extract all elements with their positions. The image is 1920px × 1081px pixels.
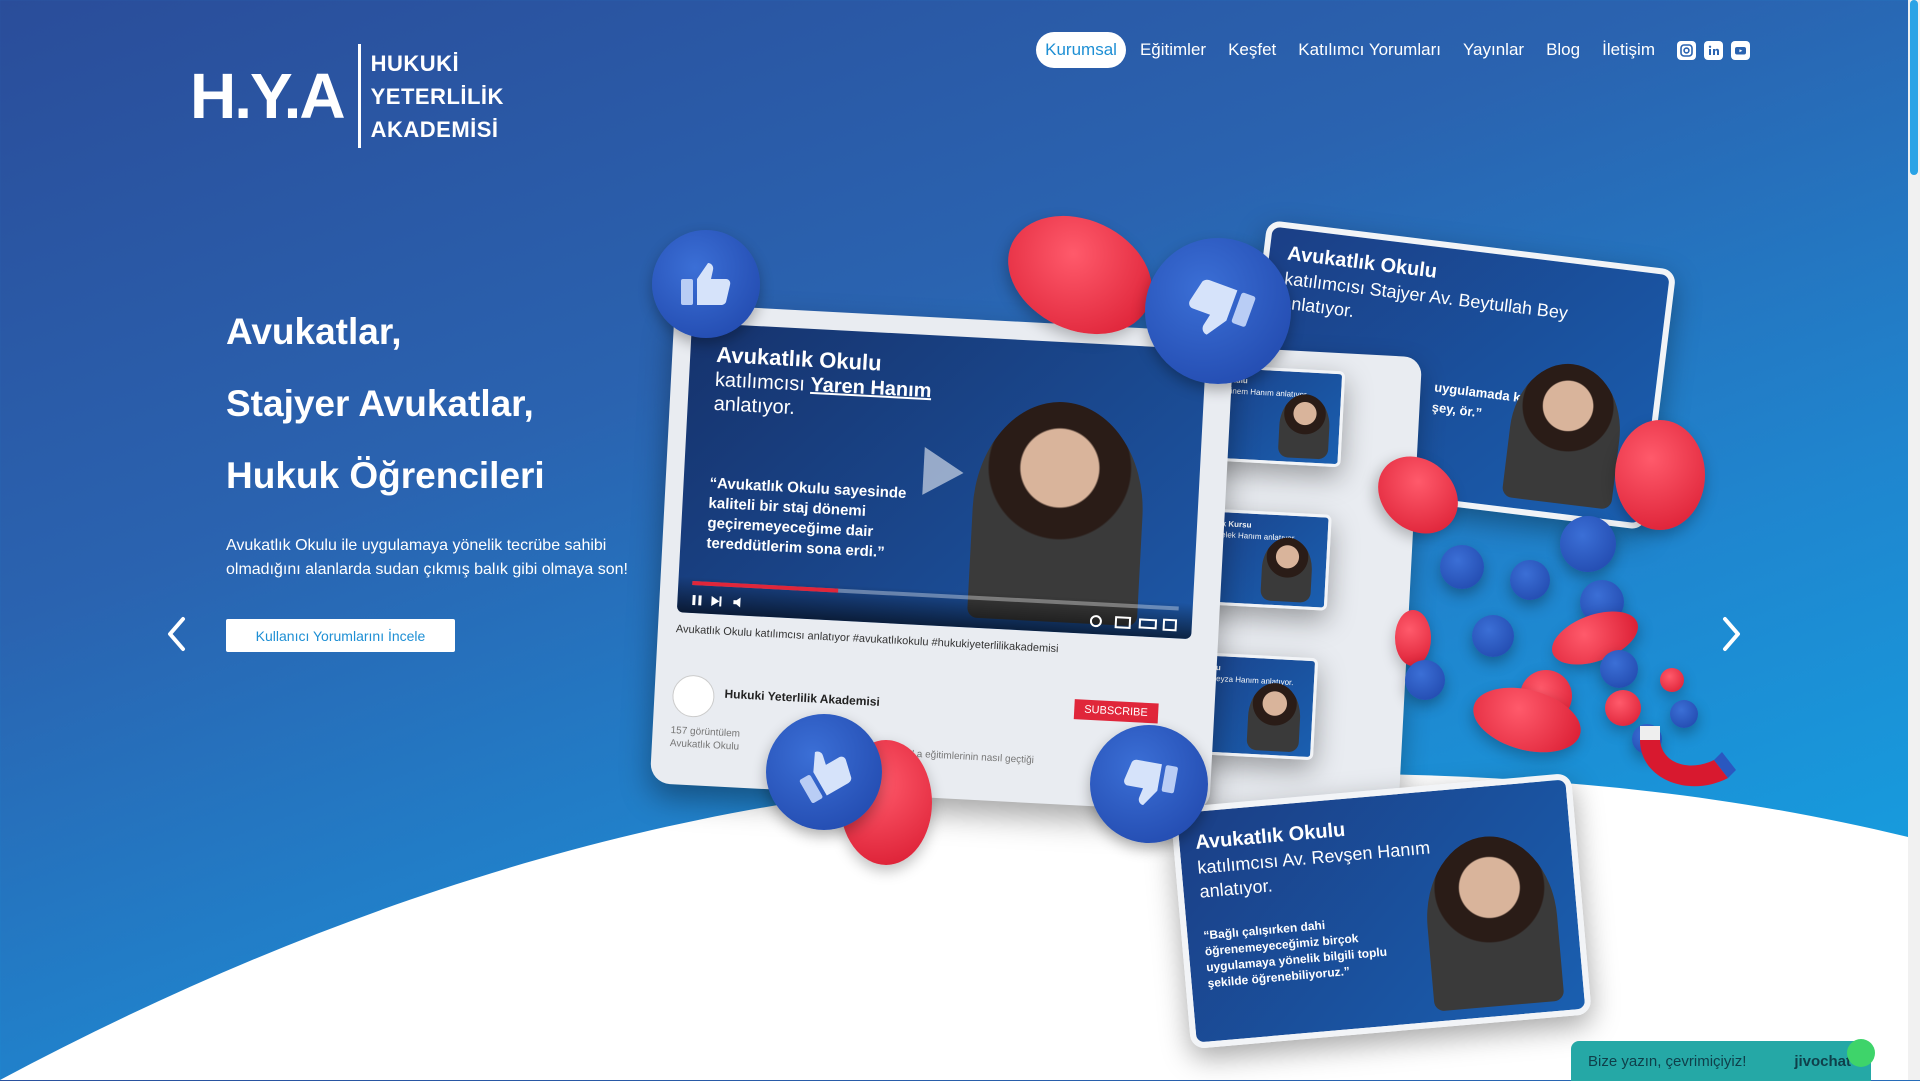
nav-item-blog[interactable]: Blog [1538,33,1588,67]
subscribe-button[interactable]: SUBSCRIBE [1073,699,1159,724]
testimonial-card-revsen: Avukatlık Okulu katılımcısı Av. Revşen H… [1170,772,1592,1050]
thumbs-up-icon [1472,615,1514,657]
main-nav: Kurumsal Eğitimler Keşfet Katılımcı Yoru… [1036,32,1750,68]
youtube-icon[interactable] [1731,40,1750,60]
thumbs-up-icon [1560,516,1616,572]
thumbs-up-icon [1510,560,1550,600]
thumbs-up-icon [652,230,760,338]
video-frame[interactable]: Avukatlık Okulu katılımcısı Yaren Hanım … [676,322,1207,640]
chevron-left-icon [168,617,185,651]
online-status-icon [1847,1039,1875,1067]
hero-line-3: Hukuk Öğrencileri [226,455,545,496]
nav-item-kesfet[interactable]: Keşfet [1220,33,1284,67]
hero-line-1: Avukatlar, [226,311,402,352]
video-quote: “Avukatlık Okulu sayesinde kaliteli bir … [706,474,907,561]
channel-avatar[interactable] [671,674,716,719]
logo-line-2: YETERLİLİK [370,83,504,109]
thumbs-up-icon [1145,238,1291,384]
channel-name[interactable]: Hukuki Yeterlilik Akademisi [724,687,880,709]
heart-reaction-icon [1395,610,1431,666]
video-subtitle-prefix: katılımcısı [714,368,806,396]
heart-reaction-icon [1660,668,1684,692]
slider-prev-arrow[interactable] [157,614,197,654]
playback-controls-icon[interactable] [691,593,752,610]
reviews-button[interactable]: Kullanıcı Yorumlarını İncele [226,619,455,652]
site-logo[interactable]: H.Y.A HUKUKİ YETERLİLİK AKADEMİSİ [190,44,504,148]
card-revsen-quote: “Bağlı çalışırken dahi öğrenemeyeceğimiz… [1202,917,1388,991]
video-progress-fill [692,580,839,593]
hero-headline: Avukatlar, Stajyer Avukatlar, Hukuk Öğre… [226,296,545,512]
linkedin-icon[interactable] [1704,40,1723,60]
logo-mark: H.Y.A [190,60,346,132]
thumbs-up-icon [766,714,882,830]
nav-item-katilimci-yorumlari[interactable]: Katılımcı Yorumları [1290,33,1449,67]
thumbs-up-icon [1440,545,1484,589]
scrollbar-thumb[interactable] [1910,0,1918,175]
heart-reaction-icon [1615,420,1705,530]
play-icon[interactable] [918,445,967,499]
live-chat-widget[interactable]: Bize yazın, çevrimiçiyiz! jivochat [1571,1039,1875,1081]
social-links [1677,40,1750,60]
testimonial-collage: Avukatlık Okulu katılımcısı Stajyer Av. … [640,193,1750,1050]
logo-line-1: HUKUKİ [370,50,460,76]
participant-photo [1501,357,1628,510]
chevron-right-icon [1723,617,1740,651]
thumbs-up-icon [1090,725,1208,843]
participant-photo [1420,830,1565,1012]
slider-next-arrow[interactable] [1711,614,1751,654]
magnet-icon [1640,726,1736,787]
hero-description: Avukatlık Okulu ile uygulamaya yönelik t… [226,537,628,578]
thumbs-up-icon [1405,660,1445,700]
chat-brand: jivochat [1794,1052,1851,1070]
nav-item-yayinlar[interactable]: Yayınlar [1455,33,1532,67]
thumbs-up-icon [1600,650,1638,688]
nav-item-iletisim[interactable]: İletişim [1594,33,1663,67]
hero-line-2: Stajyer Avukatlar, [226,383,534,424]
video-meta: Avukatlık Okulu [669,738,740,753]
player-settings-icons[interactable] [1089,614,1181,633]
logo-line-3: AKADEMİSİ [370,116,499,142]
chat-prompt: Bize yazın, çevrimiçiyiz! [1588,1052,1747,1070]
logo-divider [357,44,361,148]
nav-item-egitimler[interactable]: Eğitimler [1132,33,1214,67]
instagram-icon[interactable] [1677,40,1696,60]
nav-item-kurumsal[interactable]: Kurumsal [1036,32,1126,68]
logo-wordmark: HUKUKİ YETERLİLİK AKADEMİSİ [371,47,504,146]
